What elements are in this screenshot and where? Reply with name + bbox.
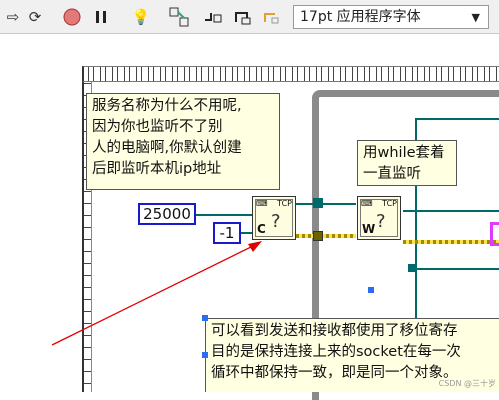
watermark: CSDN @三十岁 [438, 379, 496, 388]
red-arrow-annotation [51, 241, 262, 346]
